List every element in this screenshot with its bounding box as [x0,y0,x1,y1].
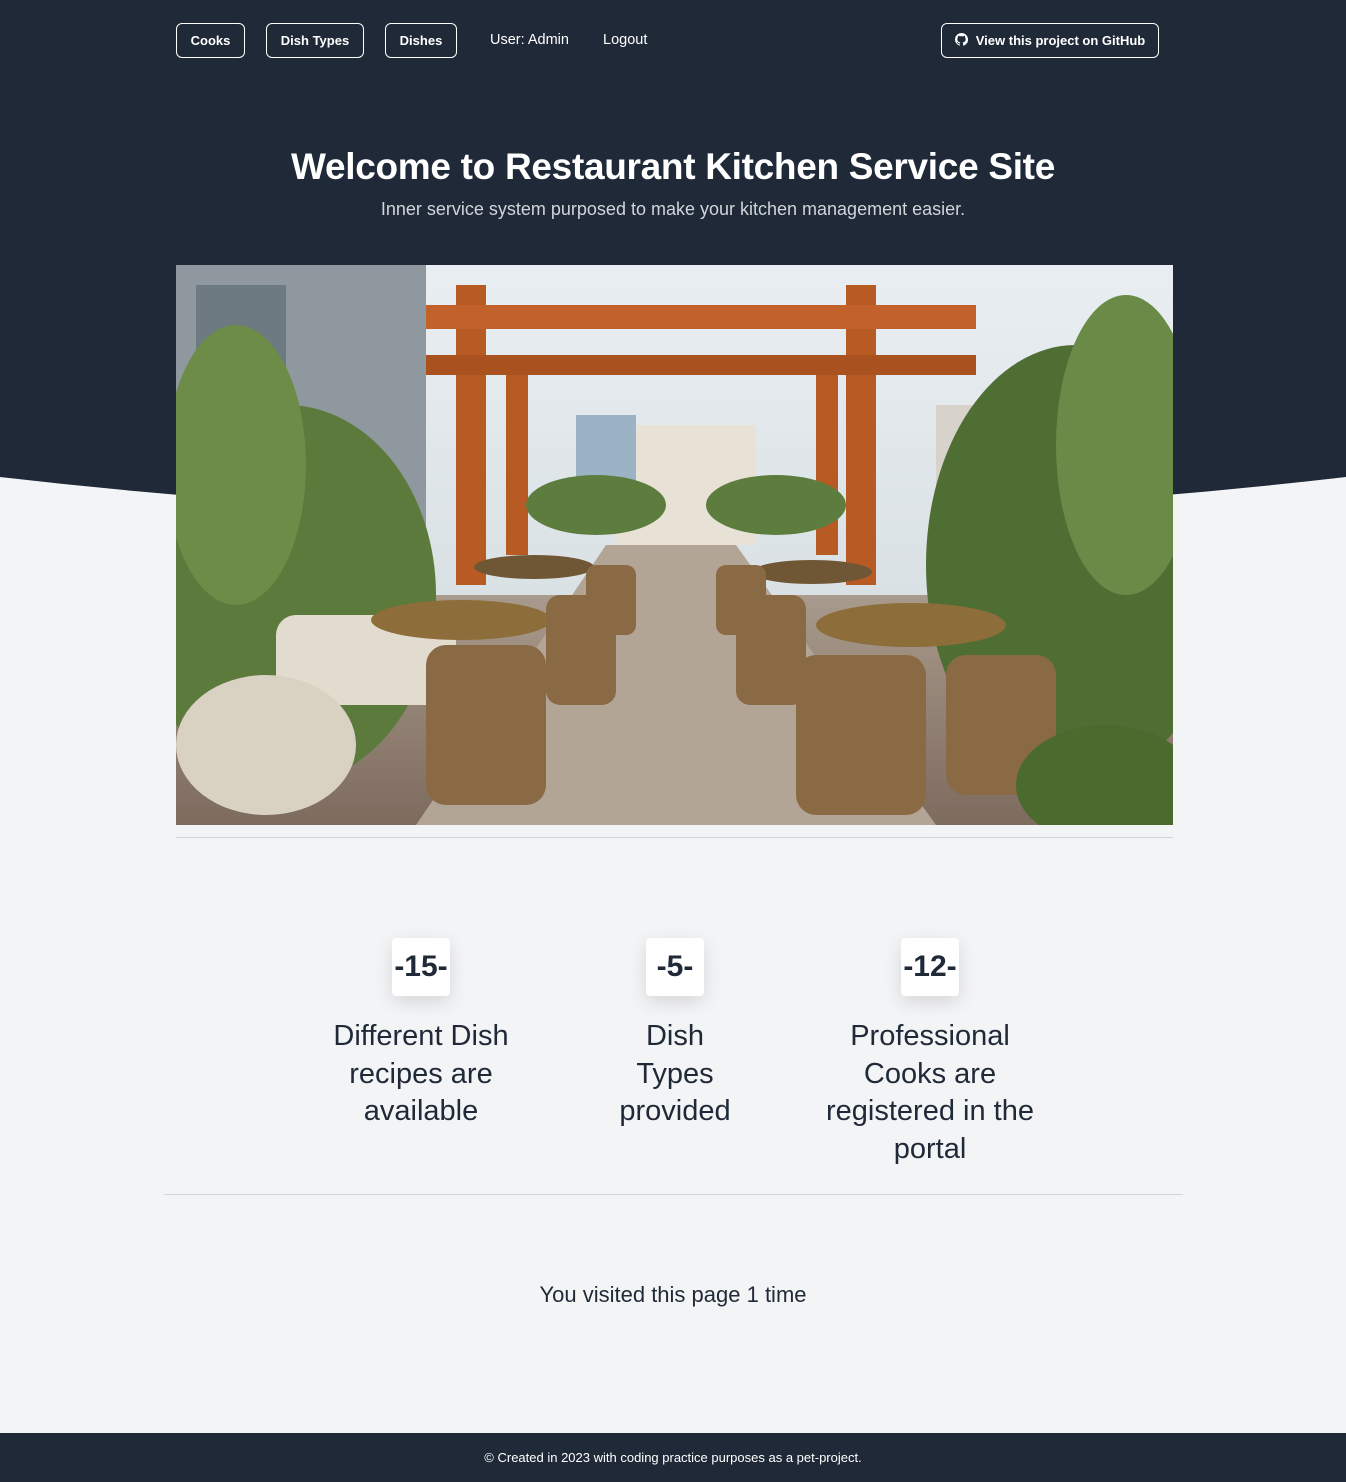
github-button-label: View this project on GitHub [975,33,1146,48]
nav-dish-types-button[interactable]: Dish Types [266,23,364,58]
stat-dishes-label: Different Dish recipes are available [333,1020,509,1127]
page-title: Welcome to Restaurant Kitchen Service Si… [291,146,1055,187]
divider [164,1194,1183,1195]
stat-dish-types: -5- Dish Types provided [545,938,805,1131]
nav-cooks-button[interactable]: Cooks [176,23,245,58]
restaurant-terrace-image [176,265,1173,825]
logout-link[interactable]: Logout [603,32,647,48]
stat-cooks-value: -12- [901,938,959,996]
current-user-label: User: Admin [490,32,569,48]
divider [176,837,1173,838]
stat-dish-types-label: Dish Types provided [619,1020,731,1127]
github-button[interactable]: View this project on GitHub [941,23,1159,58]
footer-text: © Created in 2023 with coding practice p… [484,1450,862,1465]
nav-dishes-button[interactable]: Dishes [385,23,457,58]
github-icon [954,32,968,49]
visit-counter: You visited this page 1 time [539,1282,807,1307]
stat-dishes: -15- Different Dish recipes are availabl… [291,938,551,1131]
stat-dishes-value: -15- [392,938,450,996]
footer: © Created in 2023 with coding practice p… [0,1433,1346,1482]
page-subtitle: Inner service system purposed to make yo… [380,199,966,219]
stat-dish-types-value: -5- [646,938,704,996]
top-navbar: Cooks Dish Types Dishes User: Admin Logo… [176,23,1159,58]
stat-cooks-label: Professional Cooks are registered in the… [826,1020,1034,1165]
stat-cooks: -12- Professional Cooks are registered i… [800,938,1060,1168]
